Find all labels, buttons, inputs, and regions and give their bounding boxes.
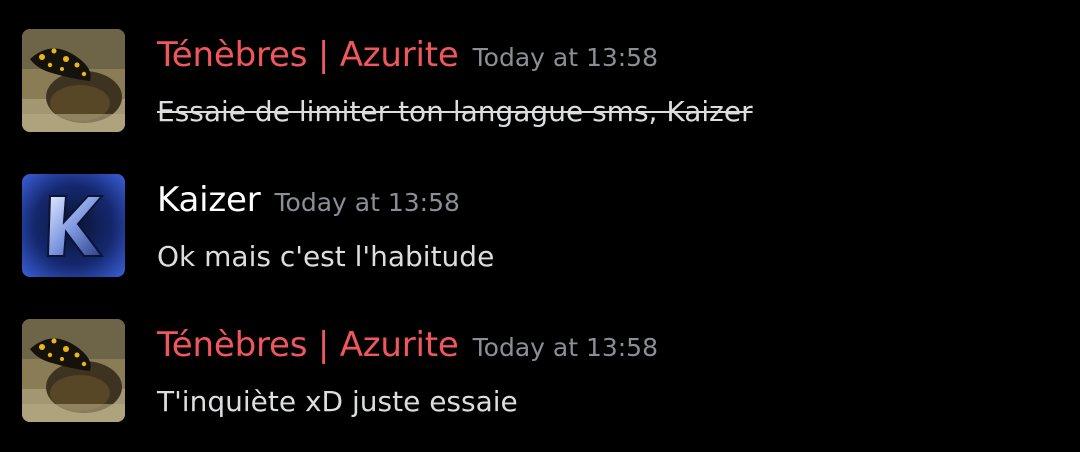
author-name[interactable]: Ténèbres | Azurite [157, 35, 459, 75]
author-name[interactable]: Ténèbres | Azurite [157, 325, 459, 365]
avatar[interactable] [22, 319, 125, 422]
salamander-avatar-icon [22, 319, 125, 422]
message-content: Essaie de limiter ton langague sms, Kaiz… [157, 95, 753, 128]
chat-message: Kaizer Today at 13:58 Ok mais c'est l'hab… [0, 174, 1080, 294]
chat-message: Ténèbres | Azurite Today at 13:58 T'inqui… [0, 319, 1080, 439]
message-content: Ok mais c'est l'habitude [157, 240, 495, 273]
message-header: Kaizer Today at 13:58 [157, 180, 460, 220]
chat-message: Ténèbres | Azurite Today at 13:58 Essaie … [0, 29, 1080, 149]
timestamp[interactable]: Today at 13:58 [473, 43, 658, 72]
avatar[interactable] [22, 29, 125, 132]
message-content: T'inquiète xD juste essaie [157, 385, 518, 418]
message-header: Ténèbres | Azurite Today at 13:58 [157, 325, 658, 365]
timestamp[interactable]: Today at 13:58 [473, 333, 658, 362]
author-name[interactable]: Kaizer [157, 180, 261, 220]
salamander-avatar-icon [22, 29, 125, 132]
avatar[interactable] [22, 174, 125, 277]
timestamp[interactable]: Today at 13:58 [275, 188, 460, 217]
k-letter-avatar-icon [22, 174, 125, 277]
message-header: Ténèbres | Azurite Today at 13:58 [157, 35, 658, 75]
